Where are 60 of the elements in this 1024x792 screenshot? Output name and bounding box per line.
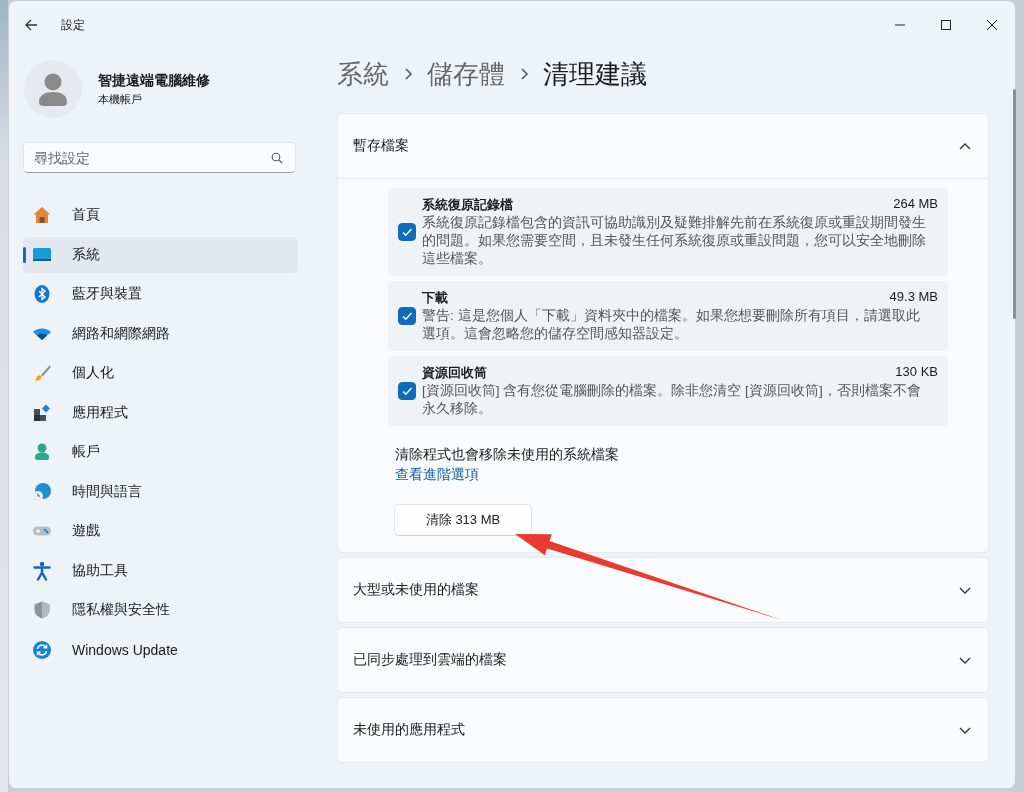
- section-header[interactable]: 未使用的應用程式: [338, 698, 988, 762]
- sidebar-item[interactable]: 個人化: [23, 355, 298, 391]
- item-size: 264 MB: [893, 196, 938, 213]
- search-icon: [271, 152, 283, 164]
- search-field[interactable]: 尋找設定: [23, 142, 296, 173]
- sidebar-item[interactable]: 藍牙與裝置: [23, 276, 298, 312]
- sidebar-item[interactable]: 協助工具: [23, 552, 298, 589]
- item-description: 系統復原記錄檔包含的資訊可協助識別及疑難排解先前在系統復原或重設期間發生的問題。如果您需要空間，且未發生任何系統復原或重設問題，您可以安全地刪除這些檔案。: [422, 214, 927, 268]
- item-title: 下載: [422, 289, 448, 307]
- sidebar-item[interactable]: 系統: [23, 236, 298, 273]
- scrollbar-thumb[interactable]: [1013, 89, 1016, 319]
- person-icon: [32, 442, 52, 462]
- note-text: 清除程式也會移除未使用的系統檔案: [395, 446, 619, 464]
- checkbox[interactable]: [398, 382, 416, 400]
- sidebar-item[interactable]: 遊戲: [23, 513, 298, 549]
- sidebar-item[interactable]: 網路和網際網路: [23, 315, 298, 352]
- section-title: 未使用的應用程式: [353, 721, 465, 739]
- globe-icon: [32, 481, 52, 502]
- account-type: 本機帳戶: [98, 91, 143, 107]
- item-size: 130 KB: [895, 364, 938, 381]
- sidebar-item[interactable]: Windows Update: [23, 631, 298, 668]
- accessibility-icon: [32, 560, 52, 581]
- home-icon: [32, 205, 52, 225]
- close-icon: [986, 19, 998, 31]
- section-header[interactable]: 暫存檔案: [338, 114, 988, 178]
- sidebar-item[interactable]: 應用程式: [23, 394, 298, 431]
- sidebar-item[interactable]: 隱私權與安全性: [23, 592, 298, 628]
- item-title: 資源回收筒: [422, 364, 487, 382]
- item-description: [資源回收筒] 含有您從電腦刪除的檔案。除非您清空 [資源回收筒]，否則檔案不會永久移除。: [422, 382, 922, 418]
- breadcrumb-item: 清理建議: [543, 57, 647, 91]
- apps-icon: [32, 402, 52, 423]
- window-title: 設定: [61, 16, 85, 34]
- account-name: 智捷遠端電腦維修: [98, 71, 210, 90]
- update-icon: [32, 639, 52, 660]
- bluetooth-icon: [32, 284, 52, 304]
- checkmark-icon: [401, 385, 413, 397]
- section-header[interactable]: 已同步處理到雲端的檔案: [338, 628, 988, 692]
- section-title: 已同步處理到雲端的檔案: [353, 651, 507, 669]
- maximize-icon: [940, 19, 952, 31]
- breadcrumb-item[interactable]: 儲存體: [427, 56, 505, 92]
- advanced-options-link[interactable]: 查看進階選項: [395, 466, 479, 484]
- sidebar-item[interactable]: 帳戶: [23, 434, 298, 470]
- sidebar-item[interactable]: 時間與語言: [23, 473, 298, 510]
- checkmark-icon: [401, 310, 413, 322]
- chevron-right-icon: [519, 67, 529, 81]
- item-description: 警告: 這是您個人「下載」資料夾中的檔案。如果您想要刪除所有項目，請選取此選項。這會忽略您的儲存空間感知器設定。: [422, 307, 921, 343]
- checkbox[interactable]: [398, 223, 416, 241]
- item-size: 49.3 MB: [889, 289, 938, 306]
- checkmark-icon: [401, 226, 413, 238]
- section-title: 暫存檔案: [353, 137, 409, 155]
- section-header[interactable]: 大型或未使用的檔案: [338, 558, 988, 622]
- clean-button[interactable]: 清除 313 MB: [394, 504, 532, 536]
- sidebar-item[interactable]: 首頁: [23, 197, 298, 233]
- avatar-icon: [24, 60, 82, 118]
- section-title: 大型或未使用的檔案: [353, 581, 479, 599]
- shield-icon: [32, 600, 52, 620]
- chevron-right-icon: [403, 67, 413, 81]
- breadcrumb-item[interactable]: 系統: [337, 56, 389, 92]
- item-title: 系統復原記錄檔: [422, 196, 513, 214]
- checkbox[interactable]: [398, 307, 416, 325]
